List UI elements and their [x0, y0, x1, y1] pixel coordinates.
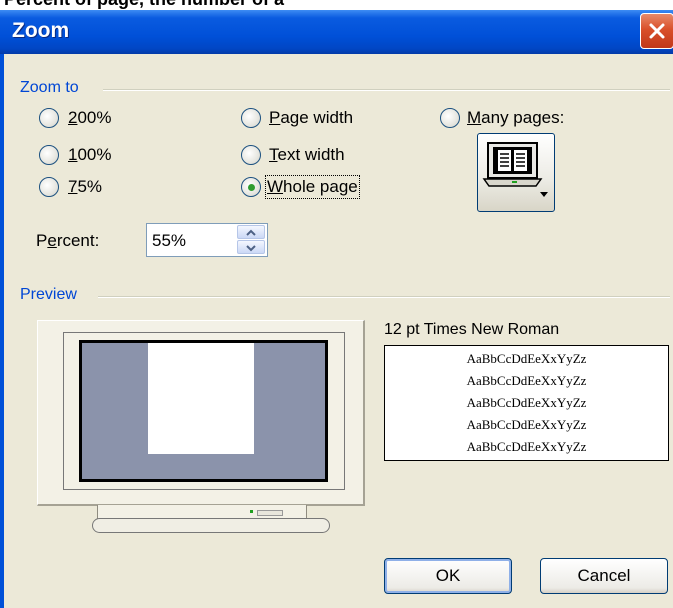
zoom-to-group-line: [103, 89, 670, 91]
close-button[interactable]: [640, 13, 673, 49]
window-title: Zoom: [12, 19, 70, 42]
radio-page-width[interactable]: [241, 108, 261, 128]
radio-200-percent[interactable]: [39, 108, 59, 128]
font-sample-box: AaBbCcDdEeXxYyZz AaBbCcDdEeXxYyZz AaBbCc…: [384, 345, 669, 461]
radio-75-percent[interactable]: [39, 177, 59, 197]
radio-text-width-label[interactable]: Text width: [269, 145, 345, 165]
zoom-to-group-label: Zoom to: [20, 79, 79, 96]
percent-label: Percent:: [36, 231, 100, 250]
power-led-icon: [250, 510, 253, 513]
background-window-caption: Percent of page, the number of a: [4, 0, 284, 10]
many-pages-button[interactable]: [477, 133, 555, 212]
radio-75-percent-label[interactable]: 75%: [68, 177, 102, 197]
preview-font-name: 12 pt Times New Roman: [384, 321, 560, 338]
title-bar: Zoom: [0, 10, 673, 54]
preview-group-label: Preview: [20, 286, 77, 303]
percent-spinner[interactable]: [237, 225, 266, 255]
font-sample-line: AaBbCcDdEeXxYyZz: [466, 417, 587, 432]
font-sample-line: AaBbCcDdEeXxYyZz: [466, 439, 587, 454]
radio-whole-page[interactable]: [241, 177, 261, 197]
background-window-text: Percent of page, the number of a: [0, 0, 673, 10]
radio-100-percent-label[interactable]: 100%: [68, 145, 112, 165]
spin-up-button[interactable]: [237, 225, 265, 239]
radio-text-width[interactable]: [241, 145, 261, 165]
radio-many-pages[interactable]: [440, 108, 460, 128]
radio-whole-page-label[interactable]: Whole page: [265, 175, 360, 199]
font-sample-line: AaBbCcDdEeXxYyZz: [466, 373, 587, 388]
ok-button[interactable]: OK: [384, 558, 512, 594]
spin-down-button[interactable]: [237, 240, 265, 254]
font-sample-line: AaBbCcDdEeXxYyZz: [466, 351, 587, 366]
close-icon: [649, 23, 665, 39]
percent-value[interactable]: 55%: [152, 231, 186, 251]
preview-page: [148, 343, 254, 454]
spin-up-icon: [246, 229, 256, 236]
radio-many-pages-label[interactable]: Many pages:: [467, 108, 564, 128]
percent-spinbox[interactable]: 55%: [146, 223, 268, 257]
spin-down-icon: [246, 245, 256, 252]
radio-dot: [248, 184, 255, 191]
preview-group-line: [98, 296, 670, 298]
radio-200-percent-label[interactable]: 200%: [68, 108, 112, 128]
radio-100-percent[interactable]: [39, 145, 59, 165]
radio-page-width-label[interactable]: Page width: [269, 108, 353, 128]
cancel-button[interactable]: Cancel: [540, 558, 668, 594]
power-button-icon: [257, 510, 283, 516]
monitor-base: [92, 518, 330, 533]
window-frame: [0, 54, 4, 608]
font-sample-line: AaBbCcDdEeXxYyZz: [466, 395, 587, 410]
many-pages-icon: [482, 142, 548, 197]
